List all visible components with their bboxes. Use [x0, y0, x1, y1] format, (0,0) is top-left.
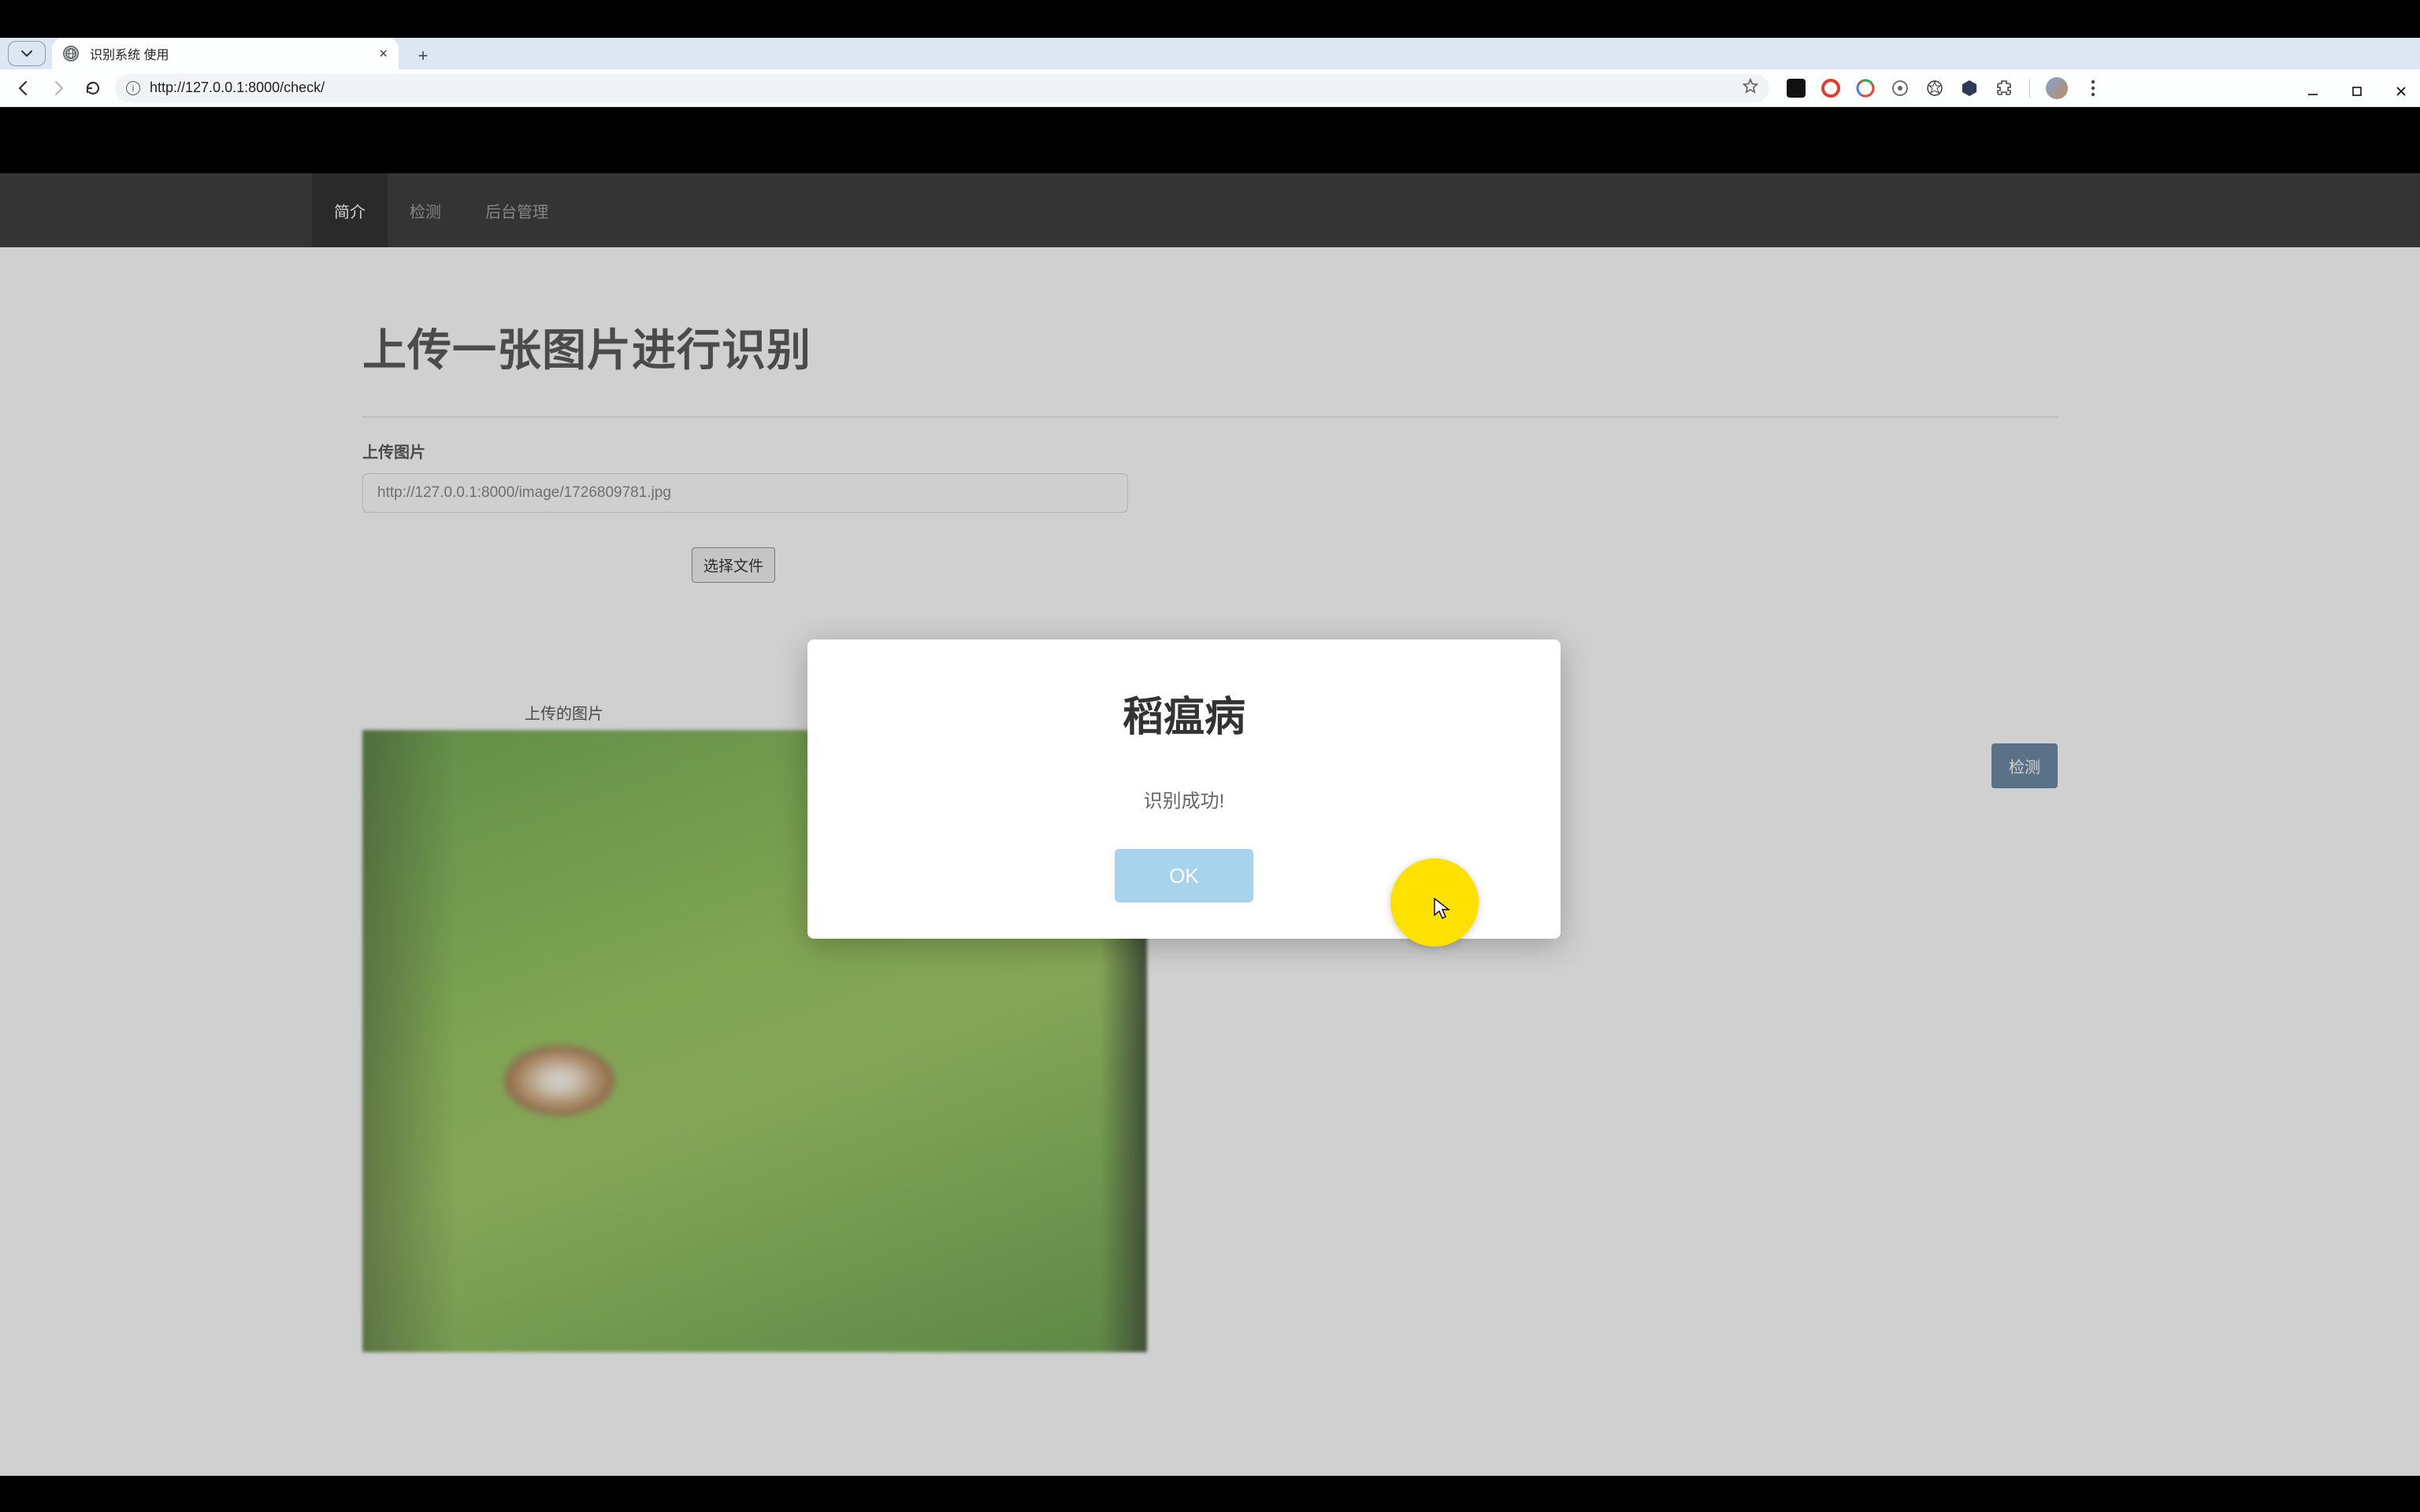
separator [2029, 79, 2030, 98]
back-button[interactable] [11, 76, 36, 101]
extension-icon-6[interactable] [1960, 79, 1979, 98]
address-bar-row: i http://127.0.0.1:8000/check/ [0, 69, 2420, 107]
close-tab-icon[interactable]: × [379, 46, 388, 62]
extensions-menu-icon[interactable] [1995, 79, 2014, 98]
extension-icons [1787, 77, 2103, 99]
modal-ok-button[interactable]: OK [1115, 849, 1253, 902]
tab-search-dropdown[interactable] [8, 41, 46, 66]
modal-message: 识别成功! [839, 785, 1529, 813]
extension-icon-4[interactable] [1891, 79, 1910, 98]
browser-chrome: 识别系统 使用 × + i http://127.0.0.1:8000/chec… [0, 38, 2420, 107]
url-text: http://127.0.0.1:8000/check/ [150, 80, 325, 96]
chrome-menu-icon[interactable] [2084, 79, 2103, 98]
screen: 识别系统 使用 × + i http://127.0.0.1:8000/chec… [0, 0, 2420, 1512]
bookmark-star-icon[interactable] [1743, 78, 1758, 98]
window-controls [2302, 76, 2412, 107]
forward-button[interactable] [46, 76, 71, 101]
tab-title: 识别系统 使用 [90, 44, 169, 63]
globe-icon [63, 46, 79, 61]
page-viewport: 简介 检测 后台管理 上传一张图片进行识别 上传图片 选择文件 上传的图片 检测… [0, 173, 2420, 1476]
modal-title: 稻瘟病 [839, 684, 1529, 743]
letterbox-bottom [0, 1476, 2420, 1512]
site-info-icon[interactable]: i [126, 81, 140, 95]
extension-icon-5[interactable] [1925, 79, 1944, 98]
profile-avatar[interactable] [2046, 77, 2068, 99]
reload-button[interactable] [80, 76, 106, 101]
extension-icon-2[interactable] [1821, 79, 1840, 98]
new-tab-button[interactable]: + [410, 43, 436, 69]
window-close-button[interactable] [2390, 80, 2412, 102]
window-minimize-button[interactable] [2302, 80, 2324, 102]
browser-tab-active[interactable]: 识别系统 使用 × [52, 38, 399, 69]
tab-strip: 识别系统 使用 × + [0, 38, 2420, 69]
omnibox[interactable]: i http://127.0.0.1:8000/check/ [115, 74, 1769, 102]
extension-icon-1[interactable] [1787, 79, 1806, 98]
plus-icon: + [418, 46, 429, 66]
letterbox-top [0, 0, 2420, 38]
window-maximize-button[interactable] [2346, 80, 2368, 102]
extension-icon-3[interactable] [1856, 79, 1875, 98]
